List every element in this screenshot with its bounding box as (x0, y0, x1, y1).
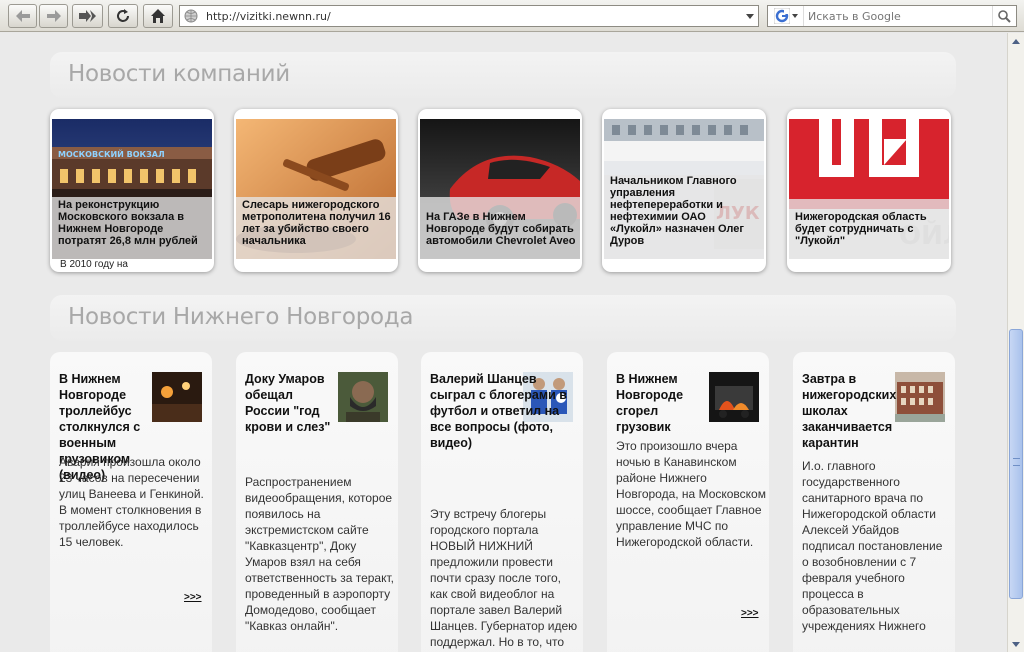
chevron-up-icon (1012, 38, 1020, 44)
company-news-card[interactable]: ОЙЛ Нижегородская область будет сотрудни… (787, 109, 951, 272)
search-box[interactable] (767, 5, 1017, 27)
read-more-link[interactable]: >>> (184, 592, 202, 603)
company-news-card[interactable]: МОСКОВСКИЙ ВОКЗАЛ На реконструкцию Моско… (50, 109, 214, 272)
company-news-card[interactable]: На ГАЗе в Нижнем Новгороде будут собират… (418, 109, 582, 272)
svg-text:МОСКОВСКИЙ ВОКЗАЛ: МОСКОВСКИЙ ВОКЗАЛ (58, 148, 165, 159)
page-viewport: Новости компаний МОСКОВСКИЙ ВОКЗАЛ На ре… (0, 33, 1007, 652)
night-street-thumbnail[interactable] (152, 372, 202, 422)
vertical-scrollbar[interactable] (1007, 33, 1024, 652)
card-title[interactable]: Начальником Главного управления нефтепер… (610, 175, 760, 247)
company-news-card[interactable]: Слесарь нижегородского метрополитена пол… (234, 109, 398, 272)
news-title[interactable]: Валерий Шанцев сыграл с блогерами в футб… (430, 371, 578, 451)
chevron-down-icon (791, 14, 798, 18)
company-news-title: Новости компаний (68, 61, 290, 87)
back-button[interactable] (8, 4, 37, 28)
burning-truck-thumbnail[interactable] (709, 372, 759, 422)
card-title[interactable]: Нижегородская область будет сотрудничать… (795, 211, 945, 247)
company-news-header: Новости компаний (50, 52, 956, 98)
card-title[interactable]: Слесарь нижегородского метрополитена пол… (242, 199, 392, 247)
browser-toolbar: http://vizitki.newnn.ru/ (0, 0, 1024, 32)
fast-forward-icon (78, 10, 96, 22)
search-input[interactable] (804, 6, 992, 26)
city-news-item: В Нижнем Новгороде троллейбус столкнулся… (50, 352, 212, 652)
news-title[interactable]: Доку Умаров обещал России "год крови и с… (245, 371, 340, 435)
card-title[interactable]: На реконструкцию Московского вокзала в Н… (58, 199, 208, 247)
news-text: Это произошло вчера ночью в Канавинском … (616, 439, 766, 549)
city-news-item: В Нижнем Новгороде сгорел грузовик Это п… (607, 352, 769, 652)
card-description: В 2010 году на реконструкцию вокзала (60, 259, 169, 272)
forward-button[interactable] (39, 4, 68, 28)
google-icon (773, 8, 790, 24)
read-more-link[interactable]: >>> (741, 608, 759, 619)
portrait-thumbnail[interactable] (338, 372, 388, 422)
scroll-down-button[interactable] (1008, 636, 1024, 652)
scrollbar-thumb[interactable] (1009, 329, 1023, 599)
news-title[interactable]: Завтра в нижегородских школах заканчивае… (802, 371, 897, 451)
school-building-thumbnail[interactable] (895, 372, 945, 422)
card-title[interactable]: На ГАЗе в Нижнем Новгороде будут собират… (426, 211, 576, 247)
url-text[interactable]: http://vizitki.newnn.ru/ (202, 10, 742, 23)
news-text: Авария произошла около 23 часов на перес… (59, 455, 204, 549)
fast-forward-button[interactable] (72, 4, 103, 28)
city-news-item: Завтра в нижегородских школах заканчивае… (793, 352, 955, 652)
company-news-card[interactable]: ЛУК Начальником Главного управления нефт… (602, 109, 766, 272)
search-engine-selector[interactable] (768, 6, 804, 26)
city-news-header: Новости Нижнего Новгорода (50, 295, 956, 341)
forward-arrow-icon (46, 10, 61, 22)
home-icon (151, 9, 165, 23)
news-text: Эту встречу блогеры городского портала Н… (430, 507, 578, 652)
home-button[interactable] (143, 4, 173, 28)
news-text: И.о. главного государственного санитарно… (802, 459, 943, 633)
globe-icon (180, 6, 202, 26)
city-news-item: Доку Умаров обещал России "год крови и с… (236, 352, 398, 652)
reload-button[interactable] (108, 4, 138, 28)
city-news-item: Валерий Шанцев сыграл с блогерами в футб… (421, 352, 583, 652)
reload-icon (117, 9, 129, 22)
magnifier-icon (998, 9, 1011, 23)
back-arrow-icon (15, 10, 30, 22)
news-title[interactable]: В Нижнем Новгороде сгорел грузовик (616, 371, 711, 435)
address-bar[interactable]: http://vizitki.newnn.ru/ (179, 5, 759, 27)
scroll-up-button[interactable] (1008, 33, 1024, 49)
chevron-down-icon (1012, 641, 1020, 647)
city-news-title: Новости Нижнего Новгорода (68, 304, 414, 330)
search-button[interactable] (992, 6, 1016, 26)
news-text: Распространением видеообращения, которое… (245, 475, 394, 633)
chevron-down-icon[interactable] (742, 6, 758, 26)
